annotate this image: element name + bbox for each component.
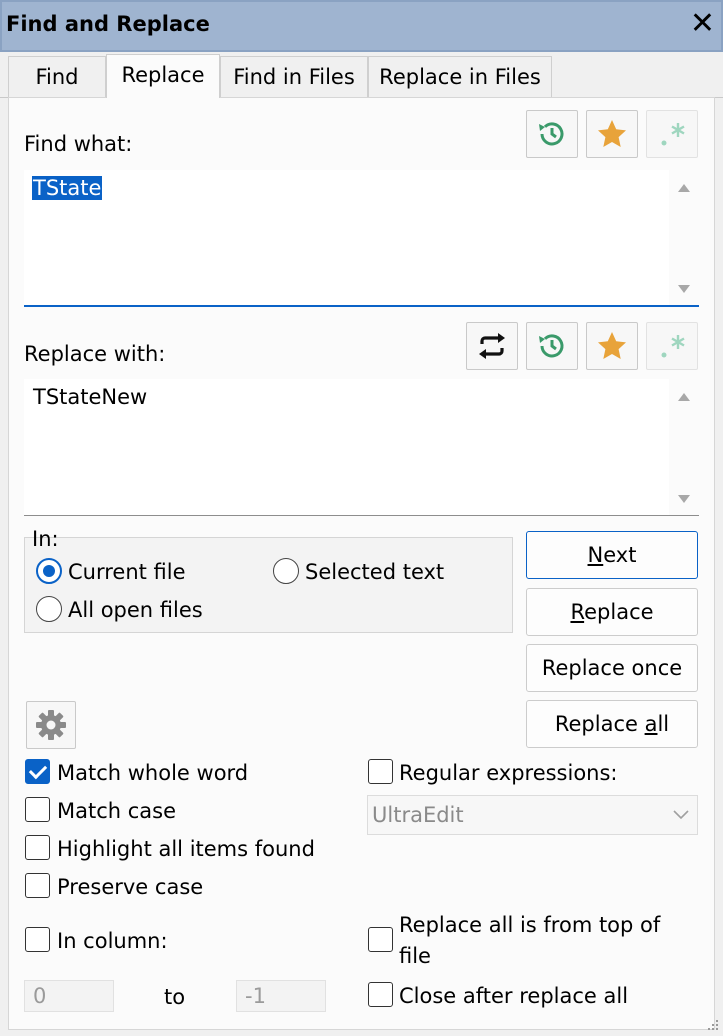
- replace-with-value: TStateNew: [33, 385, 148, 409]
- scope-label: In:: [32, 527, 59, 551]
- close-after-replace-all-checkbox[interactable]: [368, 982, 393, 1007]
- regex-wildcard-icon: [661, 123, 685, 146]
- window-title: Find and Replace: [6, 12, 210, 36]
- column-to-label: to: [164, 985, 186, 1009]
- next-button-label-post: ext: [603, 543, 637, 567]
- in-column-checkbox[interactable]: [25, 927, 50, 952]
- tab-replace-in-files-label: Replace in Files: [379, 65, 541, 89]
- replace-from-top-label-line2[interactable]: file: [399, 944, 431, 968]
- find-favorites-button[interactable]: [586, 110, 638, 158]
- replace-once-button[interactable]: Replace once: [526, 644, 698, 692]
- replace-with-label: Replace with:: [24, 342, 166, 366]
- scroll-down-arrow-icon[interactable]: [678, 495, 690, 503]
- tab-replace-label: Replace: [121, 63, 205, 87]
- radio-all-open-files-label[interactable]: All open files: [68, 598, 203, 622]
- scroll-down-arrow-icon[interactable]: [678, 285, 690, 293]
- find-what-input[interactable]: TState: [24, 170, 699, 307]
- regular-expressions-checkbox[interactable]: [368, 759, 393, 784]
- replace-from-top-checkbox[interactable]: [368, 927, 393, 952]
- find-regex-button: [646, 110, 698, 158]
- history-icon: [539, 122, 564, 146]
- scroll-up-arrow-icon[interactable]: [678, 184, 690, 192]
- tab-find-label: Find: [35, 65, 79, 89]
- match-whole-word-checkbox[interactable]: [25, 759, 50, 784]
- tab-find[interactable]: Find: [8, 56, 106, 98]
- close-after-replace-all-label[interactable]: Close after replace all: [399, 984, 628, 1008]
- find-history-button[interactable]: [526, 110, 578, 158]
- replace-button[interactable]: Replace: [526, 588, 698, 636]
- swap-icon: [479, 333, 505, 359]
- replace-all-button-label-post: ll: [657, 712, 670, 736]
- tab-replace[interactable]: Replace: [106, 54, 220, 98]
- next-button[interactable]: Next: [526, 531, 698, 579]
- history-icon: [539, 334, 564, 358]
- highlight-all-label[interactable]: Highlight all items found: [57, 837, 315, 861]
- preserve-case-label[interactable]: Preserve case: [57, 875, 203, 899]
- favorites-star-icon: [598, 332, 626, 359]
- tab-find-in-files-label: Find in Files: [233, 65, 355, 89]
- match-whole-word-label[interactable]: Match whole word: [57, 761, 248, 785]
- favorites-star-icon: [598, 120, 626, 147]
- replace-all-button-mnemonic: a: [644, 712, 658, 736]
- replace-all-button[interactable]: Replace all: [526, 700, 698, 748]
- next-button-mnemonic: N: [587, 543, 604, 567]
- find-what-label: Find what:: [24, 132, 133, 156]
- replace-button-label-post: eplace: [584, 600, 654, 624]
- replace-button-mnemonic: R: [570, 600, 585, 624]
- replace-regex-button: [646, 322, 698, 370]
- close-icon[interactable]: ✕: [690, 6, 715, 42]
- settings-button[interactable]: [26, 701, 76, 749]
- regex-engine-select: UltraEdit: [367, 795, 698, 835]
- gear-icon: [36, 710, 66, 740]
- replace-all-button-label-pre: Replace: [554, 712, 645, 736]
- resize-grip-icon[interactable]: [705, 1018, 719, 1032]
- radio-selected-text-label[interactable]: Selected text: [305, 560, 444, 584]
- match-case-label[interactable]: Match case: [57, 799, 176, 823]
- find-scrollbar[interactable]: [669, 170, 699, 305]
- radio-all-open-files[interactable]: [36, 596, 62, 622]
- radio-current-file-label[interactable]: Current file: [68, 560, 186, 584]
- swap-find-replace-button[interactable]: [466, 322, 518, 370]
- replace-scrollbar[interactable]: [669, 379, 699, 515]
- column-to-input[interactable]: -1: [236, 980, 326, 1012]
- tab-find-in-files[interactable]: Find in Files: [220, 56, 368, 98]
- replace-history-button[interactable]: [526, 322, 578, 370]
- regex-wildcard-icon: [661, 335, 685, 358]
- radio-current-file[interactable]: [36, 558, 62, 584]
- column-from-input[interactable]: 0: [24, 980, 114, 1012]
- replace-from-top-label-line1[interactable]: Replace all is from top of: [399, 913, 660, 937]
- tab-replace-in-files[interactable]: Replace in Files: [368, 56, 552, 98]
- radio-selected-text[interactable]: [273, 558, 299, 584]
- match-case-checkbox[interactable]: [25, 797, 50, 822]
- in-column-label[interactable]: In column:: [57, 929, 168, 953]
- chevron-down-icon: [673, 810, 689, 820]
- scroll-up-arrow-icon[interactable]: [678, 393, 690, 401]
- regex-engine-value: UltraEdit: [372, 803, 464, 827]
- replace-favorites-button[interactable]: [586, 322, 638, 370]
- highlight-all-checkbox[interactable]: [25, 835, 50, 860]
- find-what-value: TState: [32, 176, 103, 200]
- preserve-case-checkbox[interactable]: [25, 873, 50, 898]
- replace-with-input[interactable]: TStateNew: [24, 379, 699, 516]
- regular-expressions-label[interactable]: Regular expressions:: [399, 761, 618, 785]
